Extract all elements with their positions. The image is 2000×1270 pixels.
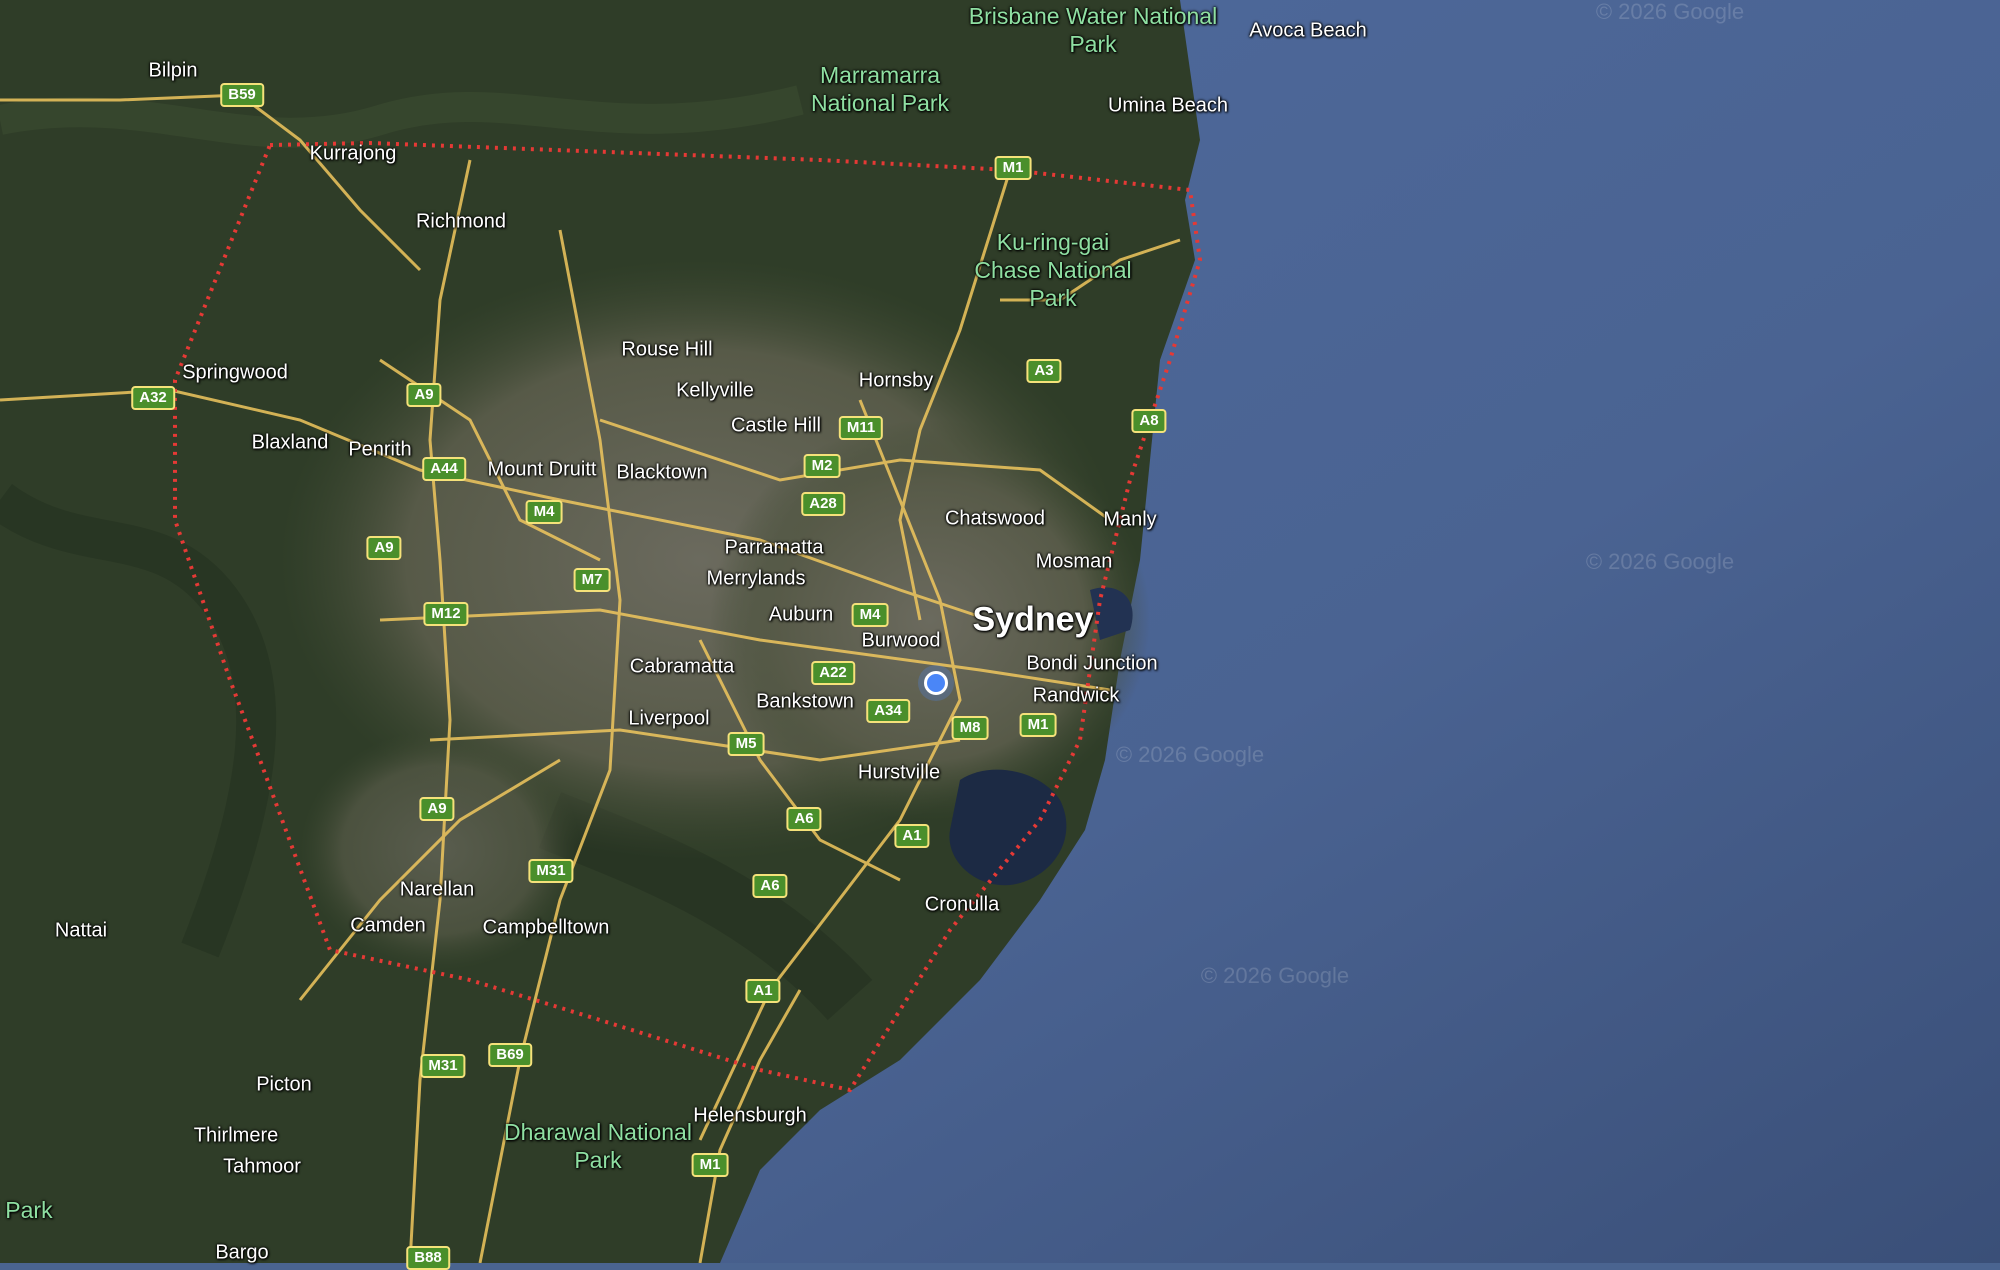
place-label-randwick: Randwick bbox=[1032, 684, 1120, 707]
road-shield-m11: M11 bbox=[838, 416, 884, 440]
road-shield-a6: A6 bbox=[786, 807, 822, 831]
road-shield-b88: B88 bbox=[406, 1246, 450, 1270]
map-watermark: © 2026 Google bbox=[1585, 549, 1735, 574]
place-label-kurrajong: Kurrajong bbox=[309, 142, 397, 165]
place-label-cronulla: Cronulla bbox=[924, 893, 1000, 916]
current-location-marker[interactable] bbox=[924, 671, 948, 695]
place-label-mosman: Mosman bbox=[1035, 550, 1113, 573]
place-label-parramatta: Parramatta bbox=[724, 536, 824, 559]
road-shield-a32: A32 bbox=[131, 386, 175, 410]
road-shield-m1: M1 bbox=[994, 156, 1032, 180]
place-label-manly: Manly bbox=[1103, 508, 1157, 531]
place-label-richmond: Richmond bbox=[415, 210, 507, 233]
place-label-rouse-hill: Rouse Hill bbox=[621, 338, 713, 361]
road-shield-m4: M4 bbox=[525, 500, 563, 524]
road-shield-a8: A8 bbox=[1131, 409, 1167, 433]
place-label-picton: Picton bbox=[256, 1073, 312, 1096]
park-label-brisbane-water: Brisbane Water National Park bbox=[968, 3, 1218, 57]
road-shield-m8: M8 bbox=[951, 716, 989, 740]
place-label-blaxland: Blaxland bbox=[251, 431, 329, 454]
road-shield-b59: B59 bbox=[220, 83, 264, 107]
road-shield-a1: A1 bbox=[894, 824, 930, 848]
place-label-bankstown: Bankstown bbox=[756, 690, 854, 713]
place-label-castle-hill: Castle Hill bbox=[730, 414, 822, 437]
road-shield-m4: M4 bbox=[851, 603, 889, 627]
road-shield-a28: A28 bbox=[801, 492, 845, 516]
place-label-burwood: Burwood bbox=[861, 629, 941, 652]
park-label-dharawal: Dharawal National Park bbox=[504, 1119, 692, 1173]
place-label-camden: Camden bbox=[350, 914, 426, 937]
place-label-narellan: Narellan bbox=[399, 878, 475, 901]
road-shield-a1: A1 bbox=[745, 979, 781, 1003]
road-shield-a34: A34 bbox=[866, 699, 910, 723]
place-label-kellyville: Kellyville bbox=[676, 379, 754, 402]
place-label-liverpool: Liverpool bbox=[628, 707, 710, 730]
road-shield-a22: A22 bbox=[811, 661, 855, 685]
park-label-kuringgai: Ku-ring-gai Chase National Park bbox=[974, 229, 1132, 311]
park-label-nattai: ai Park bbox=[0, 1197, 53, 1223]
place-label-auburn: Auburn bbox=[768, 603, 834, 626]
road-shield-m12: M12 bbox=[423, 602, 469, 626]
place-label-umina-beach: Umina Beach bbox=[1107, 94, 1229, 117]
place-label-bilpin: Bilpin bbox=[148, 59, 198, 82]
road-shield-m2: M2 bbox=[803, 454, 841, 478]
place-label-hornsby: Hornsby bbox=[858, 369, 934, 392]
map-watermark: © 2026 Google bbox=[1115, 742, 1265, 767]
road-shield-a3: A3 bbox=[1026, 359, 1062, 383]
place-label-nattai: Nattai bbox=[54, 919, 108, 942]
map-watermark: © 2026 Google bbox=[1200, 963, 1350, 988]
road-shield-a44: A44 bbox=[422, 457, 466, 481]
place-label-springwood: Springwood bbox=[182, 361, 288, 384]
road-shield-m1: M1 bbox=[691, 1153, 729, 1177]
place-label-sydney: Sydney bbox=[972, 600, 1094, 639]
place-label-tahmoor: Tahmoor bbox=[223, 1155, 301, 1178]
map-watermark: © 2026 Google bbox=[1595, 0, 1745, 24]
road-shield-m7: M7 bbox=[573, 568, 611, 592]
road-shield-m1: M1 bbox=[1019, 713, 1057, 737]
place-label-bondi-junction: Bondi Junction bbox=[1026, 652, 1158, 675]
place-label-bargo: Bargo bbox=[215, 1241, 269, 1264]
road-shield-a9: A9 bbox=[366, 536, 402, 560]
place-label-chatswood: Chatswood bbox=[944, 507, 1046, 530]
place-label-avoca-beach: Avoca Beach bbox=[1249, 19, 1367, 42]
place-label-helensburgh: Helensburgh bbox=[693, 1104, 807, 1127]
place-label-campbelltown: Campbelltown bbox=[482, 916, 610, 939]
place-label-cabramatta: Cabramatta bbox=[629, 655, 735, 678]
place-label-merrylands: Merrylands bbox=[706, 567, 806, 590]
place-label-hurstville: Hurstville bbox=[857, 761, 941, 784]
park-label-marramarra: Marramarra National Park bbox=[810, 62, 950, 116]
place-label-blacktown: Blacktown bbox=[616, 461, 708, 484]
road-shield-a9: A9 bbox=[406, 383, 442, 407]
place-label-thirlmere: Thirlmere bbox=[193, 1124, 279, 1147]
road-shield-m31: M31 bbox=[420, 1054, 466, 1078]
road-shield-b69: B69 bbox=[488, 1043, 532, 1067]
place-label-penrith: Penrith bbox=[348, 438, 412, 461]
road-shield-a6: A6 bbox=[752, 874, 788, 898]
place-label-mount-druitt: Mount Druitt bbox=[487, 458, 597, 481]
road-shield-m31: M31 bbox=[528, 859, 574, 883]
road-shield-m5: M5 bbox=[727, 732, 765, 756]
road-shield-a9: A9 bbox=[419, 797, 455, 821]
